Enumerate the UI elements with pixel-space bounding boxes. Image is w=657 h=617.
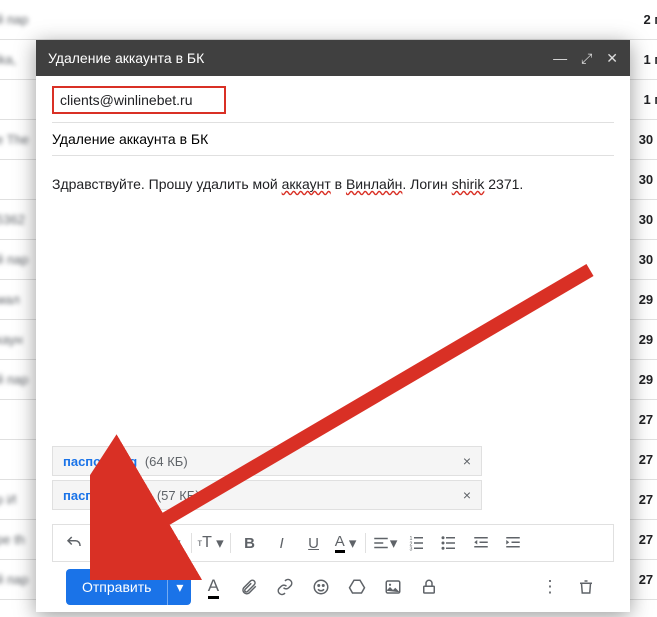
inbox-date: 30 а [639, 212, 657, 227]
attachment-chip[interactable]: паспорт 2.jpg (57 КБ) × [52, 480, 482, 510]
attachment-chip[interactable]: паспорт.jpg (64 КБ) × [52, 446, 482, 476]
inbox-date: 27 а [639, 572, 657, 587]
attachment-name: паспорт 2.jpg [63, 488, 149, 503]
font-family-label: Без… [136, 536, 170, 551]
numbered-list-icon[interactable]: 123 [402, 529, 432, 557]
send-dropdown-icon[interactable]: ▾ [167, 569, 191, 605]
inbox-date: 30 а [639, 252, 657, 267]
redo-icon[interactable] [91, 529, 121, 557]
format-toolbar: Без… ▾ тT ▾ B I U A ▾ ▾ 123 [52, 524, 614, 562]
inbox-snippet: й пар [0, 12, 28, 27]
subject-field[interactable]: Удаление аккаунта в БК [52, 122, 614, 156]
attachment-size: (64 КБ) [141, 454, 187, 469]
inbox-row[interactable]: й пар 2 м [0, 0, 657, 40]
to-field[interactable]: clients@winlinebet.ru [52, 86, 226, 114]
compose-bottom-bar: Отправить ▾ A ⋮ [52, 562, 614, 612]
inbox-date: 30 а [639, 172, 657, 187]
inbox-date: 27 а [639, 492, 657, 507]
body-text-part: 2371. [484, 176, 523, 192]
text-format-toggle-icon[interactable]: A [199, 573, 227, 601]
inbox-snippet: й пар [0, 372, 28, 387]
undo-icon[interactable] [59, 529, 89, 557]
inbox-snippet: e The [0, 132, 29, 147]
compose-window: Удаление аккаунта в БК — ⤢ ✕ clients@win… [36, 40, 630, 612]
underline-icon[interactable]: U [299, 529, 329, 557]
inbox-snippet: мал [0, 292, 20, 307]
inbox-snippet: ika, [0, 52, 16, 67]
body-text-spellcheck: аккаунт [282, 176, 331, 192]
italic-icon[interactable]: I [267, 529, 297, 557]
window-controls: — ⤢ ✕ [553, 50, 618, 67]
font-size-selector[interactable]: тT ▾ [196, 529, 226, 557]
insert-emoji-icon[interactable] [307, 573, 335, 601]
inbox-snippet: й пар [0, 572, 28, 587]
send-button[interactable]: Отправить ▾ [66, 569, 191, 605]
inbox-date: 29 а [639, 372, 657, 387]
inbox-date: 30 а [639, 132, 657, 147]
minimize-icon[interactable]: — [553, 50, 567, 66]
attachment-remove-icon[interactable]: × [463, 453, 471, 469]
align-icon[interactable]: ▾ [370, 529, 400, 557]
inbox-date: 29 а [639, 332, 657, 347]
inbox-snippet: 5362 [0, 212, 25, 227]
insert-link-icon[interactable] [271, 573, 299, 601]
inbox-snippet: й пар [0, 252, 28, 267]
compose-header: Удаление аккаунта в БК — ⤢ ✕ [36, 40, 630, 76]
bullet-list-icon[interactable] [434, 529, 464, 557]
message-body[interactable]: Здравствуйте. Прошу удалить мой аккаунт … [52, 164, 614, 442]
insert-photo-icon[interactable] [379, 573, 407, 601]
separator [125, 533, 126, 553]
discard-draft-icon[interactable] [572, 573, 600, 601]
text-color-icon[interactable]: A ▾ [331, 529, 361, 557]
body-text-part: Здравствуйте [52, 176, 141, 192]
compose-body: clients@winlinebet.ru Удаление аккаунта … [36, 76, 630, 612]
inbox-snippet: pe th [0, 532, 25, 547]
send-button-label: Отправить [66, 579, 167, 595]
inbox-date: 27 а [639, 532, 657, 547]
separator [191, 533, 192, 553]
confidential-mode-icon[interactable] [415, 573, 443, 601]
body-text-spellcheck: shirik [452, 176, 485, 192]
indent-less-icon[interactable] [466, 529, 496, 557]
inbox-date: 27 а [639, 412, 657, 427]
body-text-part: . Логин [402, 176, 451, 192]
inbox-date: 1 м [644, 92, 657, 107]
svg-text:3: 3 [409, 547, 412, 553]
body-text-spellcheck: Винлайн [346, 176, 402, 192]
inbox-snippet: каун [0, 332, 23, 347]
attach-file-icon[interactable] [235, 573, 263, 601]
compose-title: Удаление аккаунта в БК [48, 50, 553, 66]
inbox-date: 2 м [644, 12, 657, 27]
body-text-part: в [331, 176, 346, 192]
inbox-date: 1 м [644, 52, 657, 67]
inbox-date: 27 а [639, 452, 657, 467]
separator [230, 533, 231, 553]
font-family-selector[interactable]: Без… ▾ [130, 529, 187, 557]
body-text-part: . Прошу удалить мой [141, 176, 282, 192]
insert-drive-icon[interactable] [343, 573, 371, 601]
attachment-remove-icon[interactable]: × [463, 487, 471, 503]
inbox-snippet: р И [0, 492, 16, 507]
bold-icon[interactable]: B [235, 529, 265, 557]
attachment-size: (57 КБ) [153, 488, 199, 503]
inbox-date: 29 а [639, 292, 657, 307]
attachments-area: паспорт.jpg (64 КБ)×паспорт 2.jpg (57 КБ… [52, 442, 614, 518]
more-options-icon[interactable]: ⋮ [536, 573, 564, 601]
fullscreen-icon[interactable]: ⤢ [581, 50, 592, 67]
indent-more-icon[interactable] [498, 529, 528, 557]
attachment-name: паспорт.jpg [63, 454, 137, 469]
close-icon[interactable]: ✕ [606, 50, 618, 67]
separator [365, 533, 366, 553]
